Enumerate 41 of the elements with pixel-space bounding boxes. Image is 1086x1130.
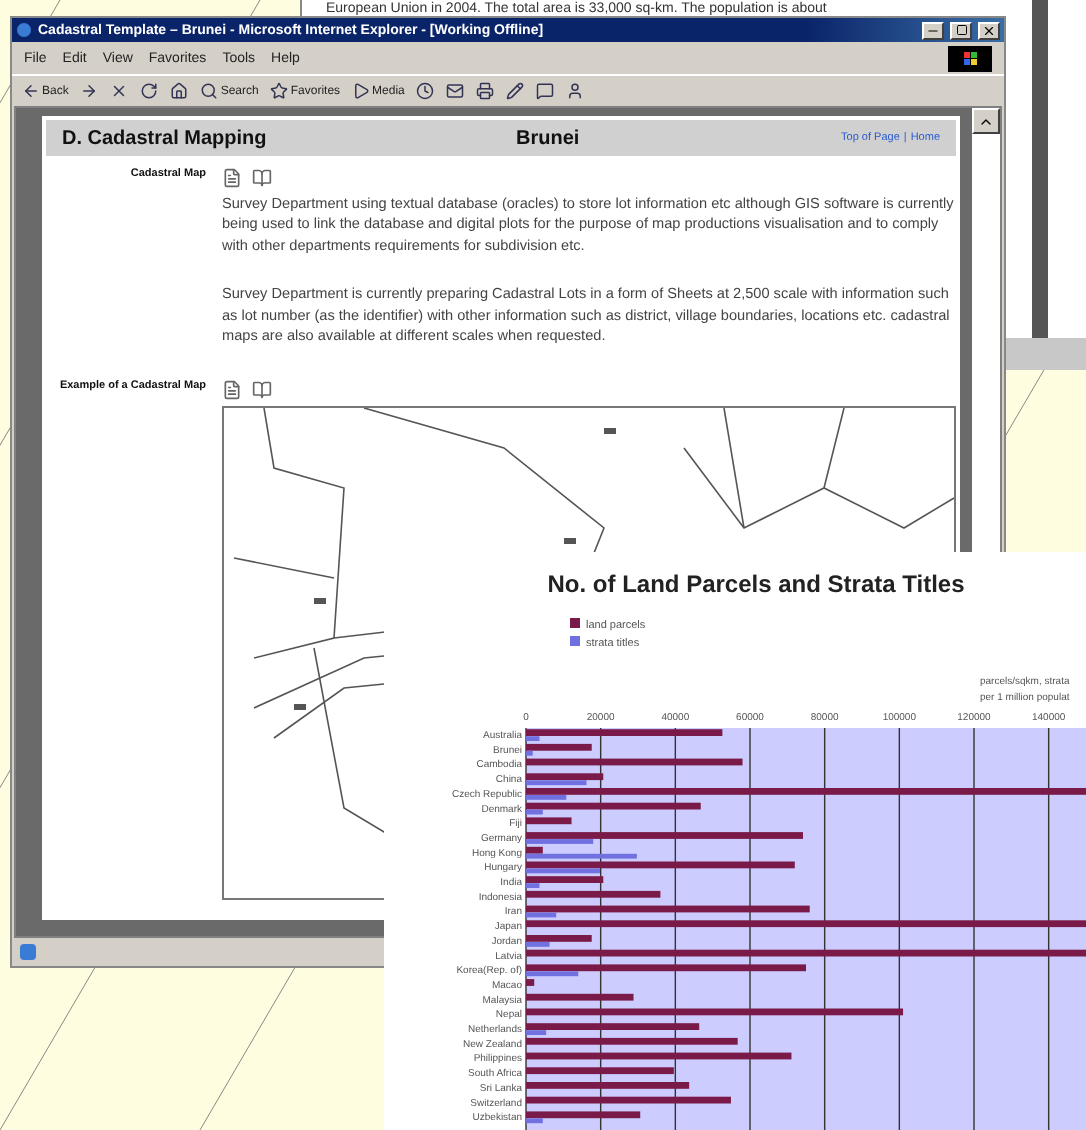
search-icon [200,82,219,100]
pencil-icon [506,82,525,100]
page-icon [18,942,38,962]
printer-icon [476,82,495,100]
play-icon [352,82,371,100]
bar [526,993,634,1001]
toolbar-icon-button[interactable] [78,82,101,100]
toolbar-icon-button[interactable] [564,82,587,100]
close-button[interactable] [978,21,1000,39]
toolbar-icon-button[interactable] [444,82,467,100]
minimize-button[interactable] [922,21,944,39]
page-heading: D. Cadastral Mapping [62,127,269,149]
scrollbar[interactable] [1032,0,1048,338]
refresh-icon [140,82,159,100]
chart-title: No. of Land Parcels and Strata Titles [547,570,965,598]
browser-icon [16,22,32,38]
message-icon [536,82,555,100]
toolbar-icon-button[interactable] [474,82,497,100]
maximize-icon [955,24,967,36]
scroll-up-button[interactable] [972,108,1000,134]
toolbar-icon-button[interactable] [534,82,557,100]
close-icon [982,23,996,37]
book-icon[interactable] [252,168,272,188]
arrow-left-icon [22,82,40,100]
star-icon [270,82,289,100]
home-icon [170,82,189,100]
toolbar-icon-button[interactable] [414,82,437,100]
toolbar-icon-button[interactable] [504,82,527,100]
stop-icon [110,82,129,100]
maximize-button[interactable] [950,21,972,39]
clock-icon [416,82,435,100]
document-icon[interactable] [222,168,242,188]
mail-icon [446,82,465,100]
arrow-right-icon [80,82,99,100]
toolbar-icon-button[interactable] [168,82,191,100]
country-name: Brunei [514,127,582,149]
book-icon[interactable] [252,380,272,401]
document-icon[interactable] [222,380,242,401]
user-icon [566,82,585,100]
flag-logo [948,45,992,71]
toolbar-icon-button[interactable] [138,82,161,100]
